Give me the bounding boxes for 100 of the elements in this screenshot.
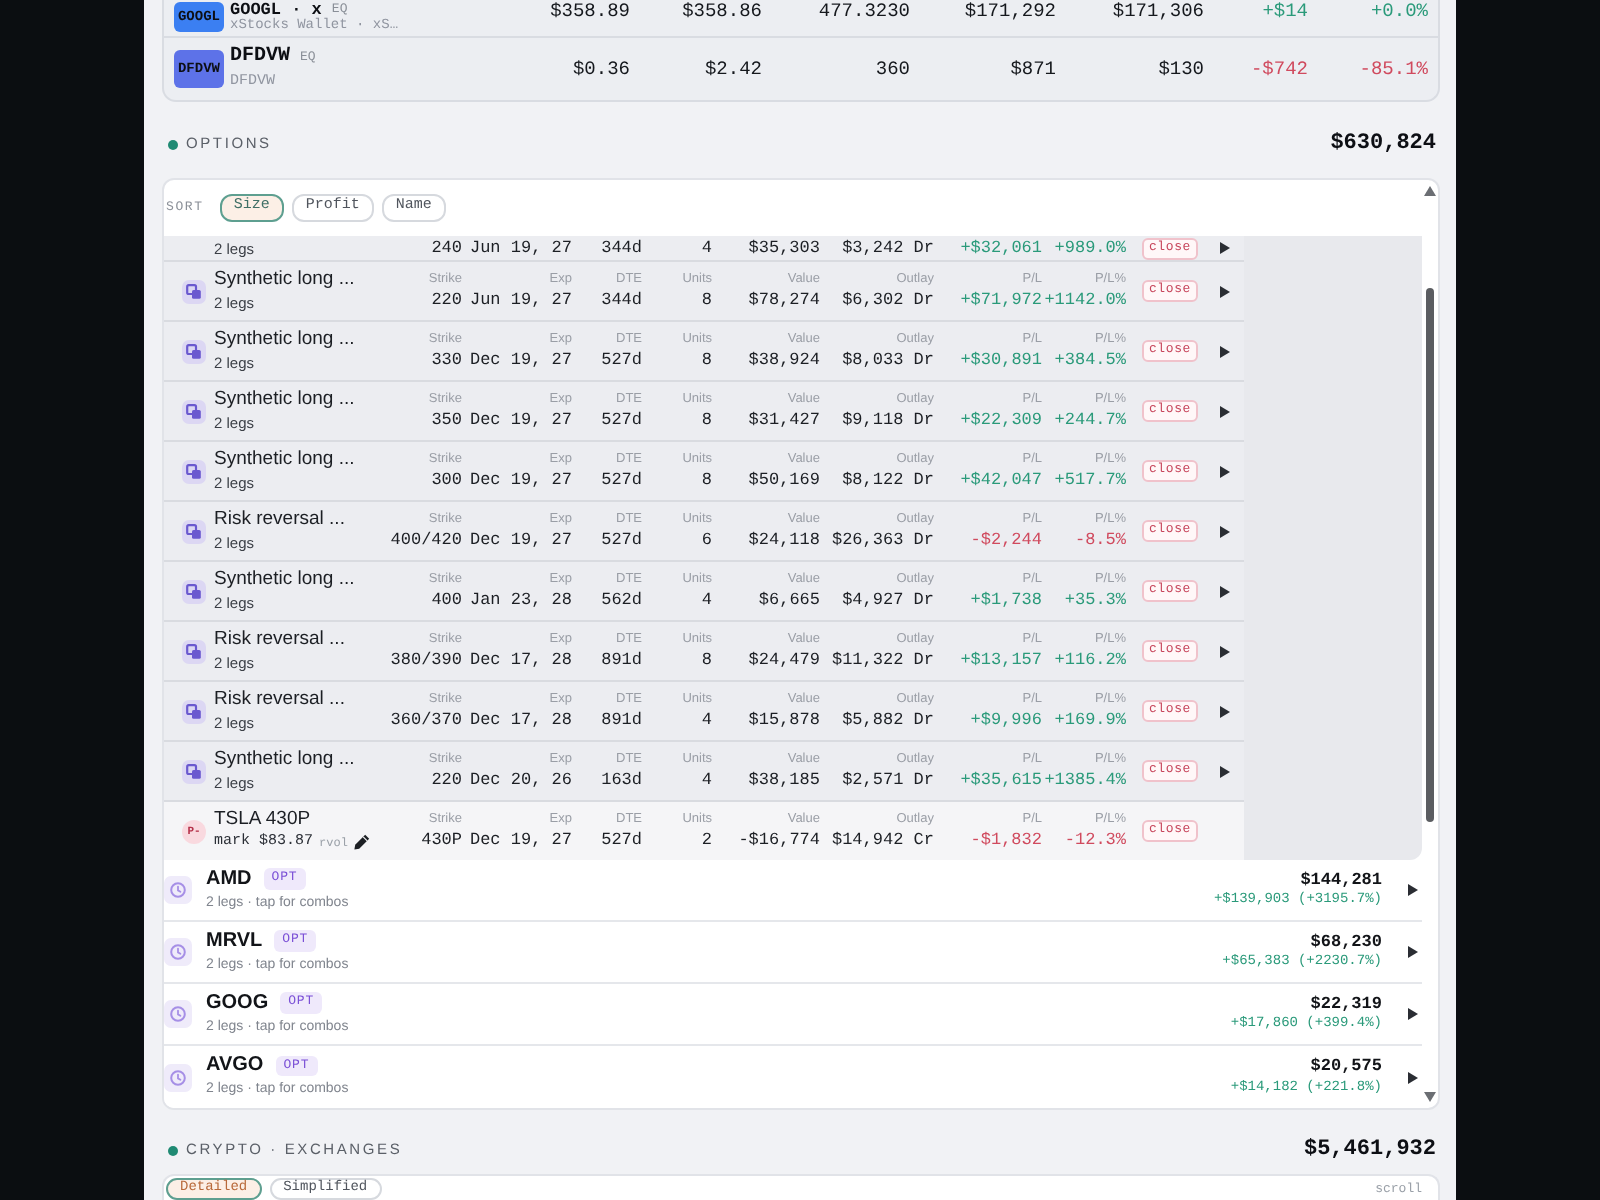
- overlapping-squares-icon: [182, 699, 206, 723]
- data-value: Jan 23, 28: [469, 592, 572, 609]
- data-value: +$71,972: [960, 292, 1042, 309]
- data-value: $38,185: [748, 772, 820, 789]
- data-value: +$22,309: [960, 412, 1042, 429]
- data-value: $38,924: [748, 352, 820, 369]
- data-value: +989.0%: [1054, 239, 1126, 257]
- caret-icon[interactable]: [1219, 645, 1229, 657]
- caret-icon[interactable]: [1408, 1071, 1418, 1083]
- section-total: $5,461,932: [1303, 1139, 1436, 1161]
- data-value: $3,242 Dr: [842, 239, 934, 257]
- data-value: $8,122 Dr: [842, 472, 934, 489]
- data-value: $171,292: [964, 0, 1056, 21]
- overlapping-squares-icon: [182, 339, 206, 363]
- data-value: 380/390: [390, 652, 462, 669]
- data-value: 300: [431, 472, 462, 489]
- data-value: 2: [701, 832, 712, 849]
- position-name: Synthetic long ...: [214, 330, 357, 352]
- data-value: 8: [701, 412, 712, 429]
- data-value: 400: [431, 592, 462, 609]
- data-value: -$2,244: [970, 532, 1042, 549]
- data-value: +244.7%: [1054, 412, 1126, 429]
- underlying-value: $20,575: [1310, 1058, 1382, 1076]
- position-name: Synthetic long ...: [214, 750, 357, 772]
- data-value: $130: [1158, 59, 1204, 79]
- data-value: Dec 19, 27: [469, 412, 572, 429]
- data-value: $8,033 Dr: [842, 352, 934, 369]
- data-value: Dec 17, 28: [469, 652, 572, 669]
- data-value: $15,878: [748, 712, 820, 729]
- caret-icon[interactable]: [1219, 765, 1229, 777]
- underlying-symbol: GOOG: [206, 991, 269, 1014]
- data-value: 4: [701, 772, 712, 789]
- caret-icon[interactable]: [1219, 405, 1229, 417]
- data-value: 360: [875, 59, 910, 79]
- clock-icon: [164, 1000, 192, 1028]
- caret-icon[interactable]: [1219, 285, 1229, 297]
- data-value: +$13,157: [960, 652, 1042, 669]
- data-value: 4: [701, 592, 712, 609]
- data-value: $5,882 Dr: [842, 712, 934, 729]
- position-name: Risk reversal ...: [214, 690, 347, 712]
- data-value: $6,665: [758, 592, 820, 609]
- data-value: $50,169: [748, 472, 820, 489]
- data-value: -$742: [1250, 59, 1308, 79]
- data-value: +384.5%: [1054, 352, 1126, 369]
- data-value: +116.2%: [1054, 652, 1126, 669]
- overlapping-squares-icon: [182, 579, 206, 603]
- data-value: $871: [1010, 59, 1056, 79]
- overlapping-squares-icon: [182, 519, 206, 543]
- data-value: $24,118: [748, 532, 820, 549]
- data-value: +$30,891: [960, 352, 1042, 369]
- scrollbar-thumb[interactable]: [1426, 288, 1434, 822]
- data-value: $2.42: [704, 59, 762, 79]
- underlying-symbol: AMD: [206, 867, 252, 890]
- scroll-down-icon[interactable]: [1424, 1092, 1436, 1102]
- data-value: 477.3230: [818, 0, 910, 21]
- data-value: Jun 19, 27: [469, 239, 572, 257]
- caret-icon[interactable]: [1408, 884, 1418, 896]
- data-value: 330: [431, 352, 462, 369]
- data-value: 6: [701, 532, 712, 549]
- caret-icon[interactable]: [1219, 705, 1229, 717]
- clock-icon: [164, 938, 192, 966]
- data-value: +1385.4%: [1044, 772, 1126, 789]
- caret-icon[interactable]: [1219, 345, 1229, 357]
- caret-icon[interactable]: [1408, 946, 1418, 958]
- overlapping-squares-icon: [182, 399, 206, 423]
- data-value: +$14: [1262, 0, 1308, 21]
- data-value: $26,363 Dr: [831, 532, 934, 549]
- overlapping-squares-icon: [182, 459, 206, 483]
- data-value: $9,118 Dr: [842, 412, 934, 429]
- caret-icon[interactable]: [1219, 465, 1229, 477]
- data-value: -$16,774: [738, 832, 820, 849]
- underlying-value: $68,230: [1310, 933, 1382, 951]
- holding-name: GOOGL · x: [230, 1, 322, 20]
- data-value: Dec 19, 27: [469, 472, 572, 489]
- data-value: 4: [701, 712, 712, 729]
- overlapping-squares-icon: [182, 639, 206, 663]
- data-value: $0.36: [572, 59, 630, 79]
- position-name: Risk reversal ...: [214, 630, 347, 652]
- data-value: 240: [431, 239, 462, 257]
- scroll-up-icon[interactable]: [1424, 186, 1436, 196]
- data-value: $358.86: [682, 0, 762, 21]
- caret-icon[interactable]: [1219, 585, 1229, 597]
- caret-icon[interactable]: [1219, 242, 1229, 254]
- data-value: 527d: [601, 412, 642, 429]
- data-value: -8.5%: [1074, 532, 1126, 549]
- data-value: +$42,047: [960, 472, 1042, 489]
- data-value: +$9,996: [970, 712, 1042, 729]
- data-value: 891d: [601, 712, 642, 729]
- data-value: +169.9%: [1054, 712, 1126, 729]
- data-value: Jun 19, 27: [469, 292, 572, 309]
- data-value: $171,306: [1112, 0, 1204, 21]
- position-name: Synthetic long ...: [214, 390, 357, 412]
- caret-icon[interactable]: [1408, 1008, 1418, 1020]
- data-value: 527d: [601, 832, 642, 849]
- position-name: Synthetic long ...: [214, 270, 357, 292]
- pencil-icon[interactable]: [353, 834, 370, 851]
- caret-icon[interactable]: [1219, 525, 1229, 537]
- data-value: 360/370: [390, 712, 462, 729]
- data-value: -12.3%: [1064, 832, 1126, 849]
- data-value: 8: [701, 652, 712, 669]
